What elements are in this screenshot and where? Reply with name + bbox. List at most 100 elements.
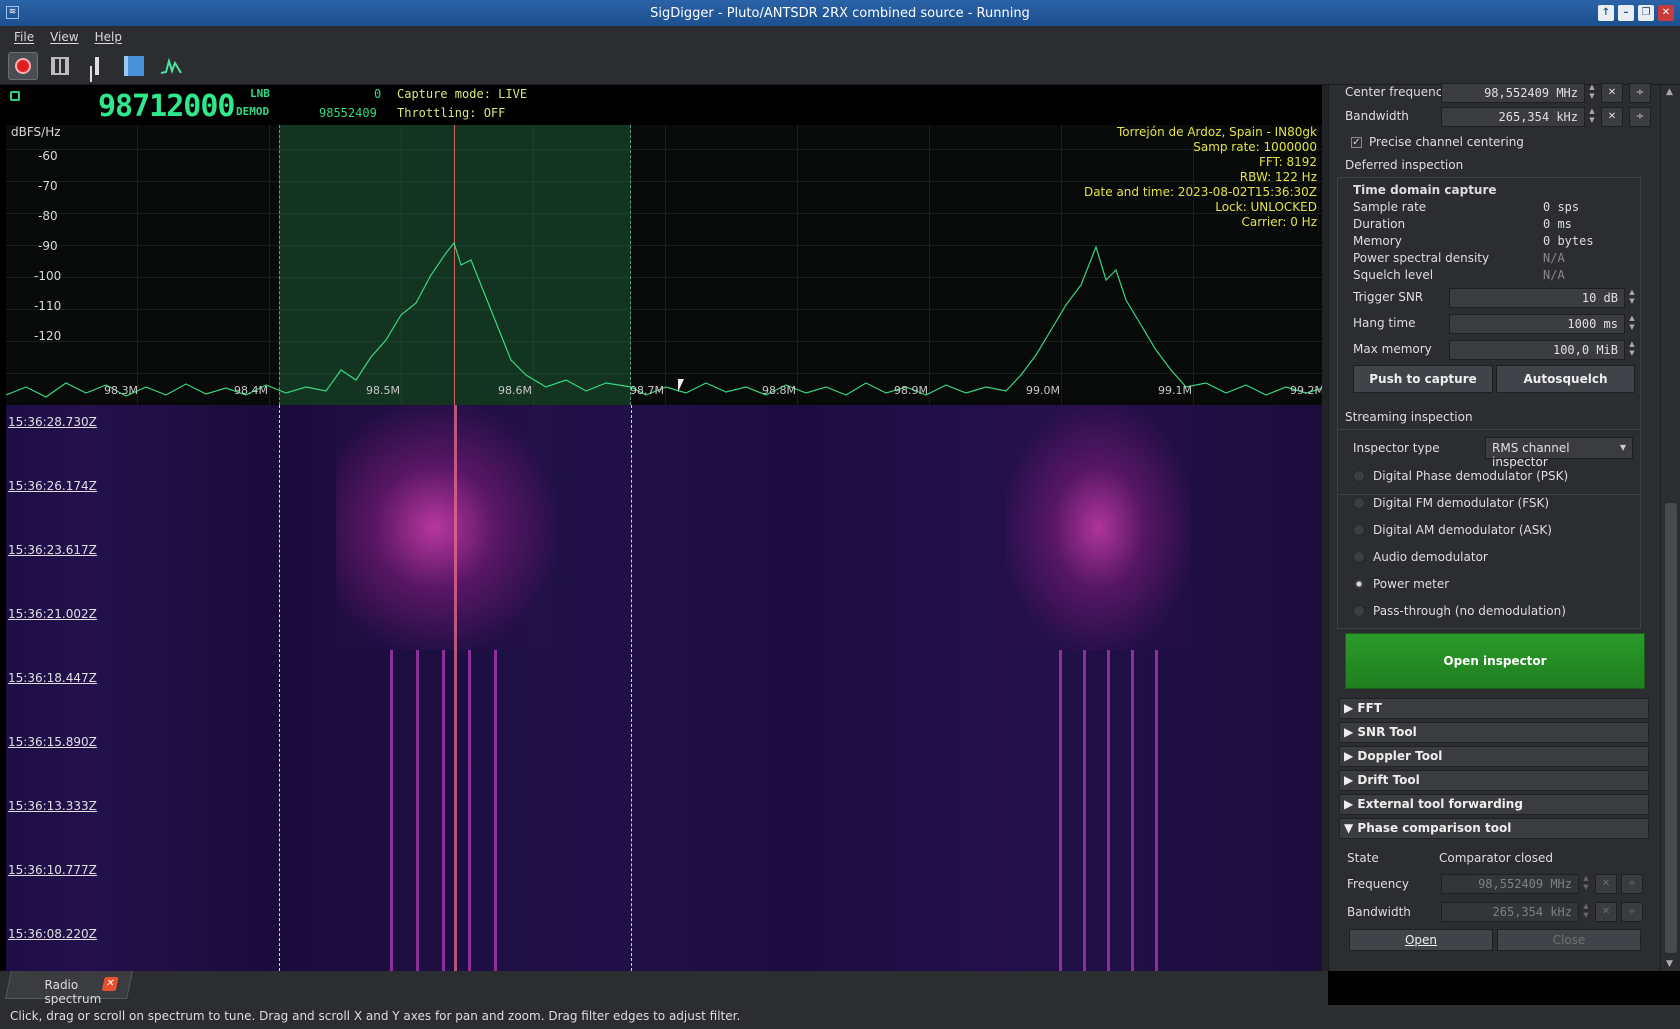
scroll-up-icon[interactable]: ▲ xyxy=(1666,87,1673,97)
info-lock: Lock: UNLOCKED xyxy=(1215,200,1317,214)
radio-audio[interactable]: Audio demodulator xyxy=(1353,550,1488,564)
section-external-tool[interactable]: ▶ External tool forwarding xyxy=(1339,794,1649,815)
info-location: Torrejón de Ardoz, Spain - IN80gk xyxy=(1117,125,1317,139)
tab-radio-spectrum[interactable]: Radio spectrum ✕ xyxy=(5,971,133,1006)
waterfall-carriers-2 xyxy=(1046,650,1166,971)
menu-help[interactable]: Help xyxy=(89,30,128,44)
center-frequency-stepper-icon[interactable]: ▲ ▼ xyxy=(1587,83,1597,103)
x-tick: 99.0M xyxy=(1026,384,1060,397)
menu-bar: File View Help xyxy=(0,26,1680,47)
trigger-snr-stepper-icon[interactable]: ▲ ▼ xyxy=(1627,288,1637,308)
bandwidth-input[interactable]: 265,354 kHz xyxy=(1441,107,1585,127)
keep-above-button[interactable]: ↑ xyxy=(1598,5,1614,21)
bandwidth-stepper-icon[interactable]: ▲ ▼ xyxy=(1587,107,1597,127)
center-frequency-clear-button[interactable]: ✕ xyxy=(1601,83,1623,103)
waterfall-filter-right[interactable] xyxy=(631,405,632,971)
bookmarks-button[interactable] xyxy=(119,52,149,80)
deferred-inspection-title: Deferred inspection xyxy=(1345,158,1464,172)
psd-label: Power spectral density xyxy=(1353,251,1490,265)
section-drift-tool[interactable]: ▶ Drift Tool xyxy=(1339,770,1649,791)
radio-psk[interactable]: Digital Phase demodulator (PSK) xyxy=(1353,469,1568,483)
timestamp[interactable]: 15:36:21.002Z xyxy=(8,607,97,621)
menu-file[interactable]: File xyxy=(8,30,40,44)
state-value: Comparator closed xyxy=(1439,851,1553,865)
timestamp[interactable]: 15:36:08.220Z xyxy=(8,927,97,941)
waterfall-display[interactable]: 15:36:28.730Z 15:36:26.174Z 15:36:23.617… xyxy=(6,405,1327,971)
timestamp[interactable]: 15:36:23.617Z xyxy=(8,543,97,557)
timestamp[interactable]: 15:36:26.174Z xyxy=(8,479,97,493)
pc-frequency-clear-button[interactable]: ✕ xyxy=(1595,874,1617,894)
precise-centering-label: Precise channel centering xyxy=(1369,135,1524,149)
timestamp[interactable]: 15:36:10.777Z xyxy=(8,863,97,877)
scroll-down-icon[interactable]: ▼ xyxy=(1666,959,1673,969)
hang-time-stepper-icon[interactable]: ▲ ▼ xyxy=(1627,314,1637,334)
bandwidth-clear-button[interactable]: ✕ xyxy=(1601,107,1623,127)
close-window-button[interactable]: ✕ xyxy=(1658,5,1674,21)
timestamp[interactable]: 15:36:13.333Z xyxy=(8,799,97,813)
close-tab-icon[interactable]: ✕ xyxy=(101,977,119,991)
waterfall-filter-left[interactable] xyxy=(279,405,280,971)
precise-centering-checkbox[interactable]: ✓ xyxy=(1351,137,1362,148)
inspector-type-select[interactable]: RMS channel inspector xyxy=(1485,437,1633,469)
status-bar: Click, drag or scroll on spectrum to tun… xyxy=(0,1005,1680,1029)
streaming-inspection-title: Streaming inspection xyxy=(1345,410,1473,424)
demod-label: DEMOD xyxy=(236,105,270,118)
pc-frequency-divide-button[interactable]: ÷ xyxy=(1621,874,1643,894)
center-frequency-input[interactable]: 98,552409 MHz xyxy=(1441,83,1585,103)
time-domain-capture-title: Time domain capture xyxy=(1353,183,1497,197)
minimize-button[interactable]: – xyxy=(1618,5,1634,21)
radio-power-meter[interactable]: Power meter xyxy=(1353,577,1449,591)
lnb-value[interactable]: 0 xyxy=(374,87,381,101)
maximize-button[interactable]: ❐ xyxy=(1638,5,1654,21)
source-config-button[interactable] xyxy=(45,52,75,80)
duration-value: 0 ms xyxy=(1543,217,1572,231)
config-icon xyxy=(51,57,69,75)
info-samp-rate: Samp rate: 1000000 xyxy=(1193,140,1317,154)
timestamp[interactable]: 15:36:15.890Z xyxy=(8,735,97,749)
pc-bandwidth-input[interactable]: 265,354 kHz xyxy=(1441,902,1579,922)
record-button[interactable] xyxy=(8,52,38,80)
spectrum-plot[interactable]: dBFS/Hz -60 -70 -80 -90 -100 -110 -120 9… xyxy=(6,125,1327,405)
autosquelch-button[interactable]: Autosquelch xyxy=(1496,365,1635,393)
radio-pass-through[interactable]: Pass-through (no demodulation) xyxy=(1353,604,1566,618)
timestamp[interactable]: 15:36:18.447Z xyxy=(8,671,97,685)
lock-icon[interactable] xyxy=(10,91,20,101)
pc-bandwidth-clear-button[interactable]: ✕ xyxy=(1595,902,1617,922)
pc-open-button[interactable]: Open xyxy=(1349,929,1493,951)
menu-view[interactable]: View xyxy=(44,30,84,44)
max-memory-input[interactable]: 100,0 MiB xyxy=(1449,340,1625,360)
duration-label: Duration xyxy=(1353,217,1406,231)
radio-ask[interactable]: Digital AM demodulator (ASK) xyxy=(1353,523,1552,537)
trigger-snr-input[interactable]: 10 dB xyxy=(1449,288,1625,308)
center-frequency-divide-button[interactable]: ÷ xyxy=(1629,83,1651,103)
spectrum-icon xyxy=(160,57,182,75)
section-doppler-tool[interactable]: ▶ Doppler Tool xyxy=(1339,746,1649,767)
max-memory-stepper-icon[interactable]: ▲ ▼ xyxy=(1627,340,1637,360)
open-inspector-button[interactable]: Open inspector xyxy=(1345,633,1645,689)
pc-frequency-stepper-icon[interactable]: ▲ ▼ xyxy=(1581,874,1591,894)
section-phase-comparison[interactable]: ▼ Phase comparison tool xyxy=(1339,818,1649,839)
side-panel-scrollbar[interactable]: ▲ ▼ xyxy=(1660,85,1680,971)
bandwidth-divide-button[interactable]: ÷ xyxy=(1629,107,1651,127)
hang-time-input[interactable]: 1000 ms xyxy=(1449,314,1625,334)
antenna-button[interactable] xyxy=(82,52,112,80)
x-tick: 99.2M xyxy=(1290,384,1324,397)
section-snr-tool[interactable]: ▶ SNR Tool xyxy=(1339,722,1649,743)
waterfall-carriers-1 xyxy=(376,650,516,971)
waterfall-signal-1 xyxy=(336,405,556,650)
x-tick: 99.1M xyxy=(1158,384,1192,397)
scrollbar-thumb[interactable] xyxy=(1665,503,1677,953)
main-frequency[interactable]: 98712000 xyxy=(98,89,235,124)
pc-bandwidth-stepper-icon[interactable]: ▲ ▼ xyxy=(1581,902,1591,922)
spectrum-button[interactable] xyxy=(156,52,186,80)
x-tick: 98.4M xyxy=(234,384,268,397)
pc-close-button[interactable]: Close xyxy=(1497,929,1641,951)
pc-bandwidth-divide-button[interactable]: ÷ xyxy=(1621,902,1643,922)
radio-fsk-label: Digital FM demodulator (FSK) xyxy=(1373,496,1550,510)
section-fft[interactable]: ▶ FFT xyxy=(1339,698,1649,719)
demod-value[interactable]: 98552409 xyxy=(319,106,377,120)
radio-fsk[interactable]: Digital FM demodulator (FSK) xyxy=(1353,496,1549,510)
push-to-capture-button[interactable]: Push to capture xyxy=(1353,365,1493,393)
timestamp[interactable]: 15:36:28.730Z xyxy=(8,415,97,429)
pc-frequency-input[interactable]: 98,552409 MHz xyxy=(1441,874,1579,894)
